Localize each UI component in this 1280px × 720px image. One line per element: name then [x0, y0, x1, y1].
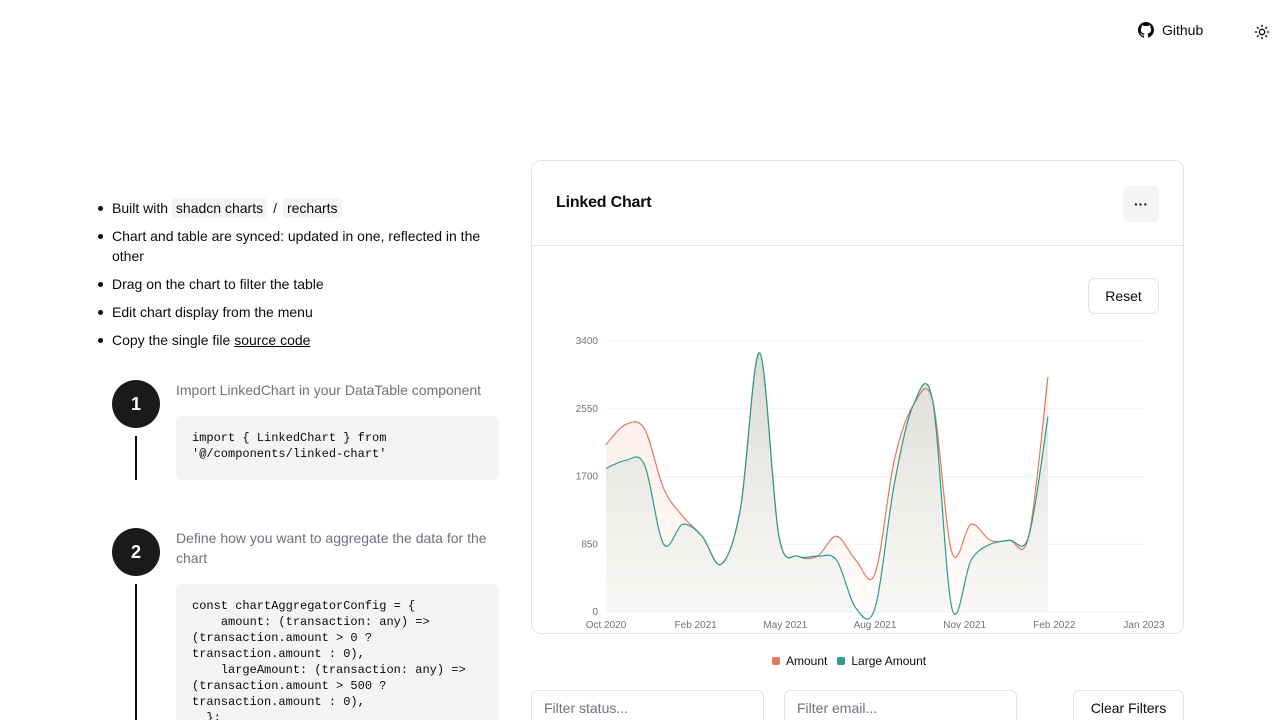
linked-chart-card: Linked Chart ··· Reset 0 850 1700 2550 3400 O…	[531, 160, 1184, 634]
x-tick-label: Aug 2021	[854, 620, 897, 631]
feature-drag: Drag on the chart to filter the table	[98, 274, 502, 294]
y-tick-label: 850	[581, 539, 598, 550]
feature-edit: Edit chart display from the menu	[98, 302, 502, 322]
filter-email-input[interactable]	[784, 690, 1017, 720]
legend-swatch-large-amount	[837, 657, 846, 665]
theme-toggle-button[interactable]	[1252, 22, 1272, 42]
x-tick-label: Jan 2023	[1123, 620, 1165, 631]
separator: /	[273, 200, 277, 216]
github-link[interactable]: Github	[1138, 22, 1203, 38]
y-tick-label: 1700	[576, 472, 599, 483]
step-1-title: Import LinkedChart in your DataTable com…	[176, 382, 482, 398]
step-1-number: 1	[112, 380, 160, 428]
legend-item-amount: Amount	[772, 654, 827, 668]
x-tick-label: Feb 2021	[675, 620, 718, 631]
y-tick-label: 2550	[576, 404, 599, 415]
source-code-link[interactable]: source code	[234, 332, 310, 348]
x-tick-label: Nov 2021	[943, 620, 986, 631]
legend-item-large-amount: Large Amount	[837, 654, 926, 668]
feature-text: Copy the single file	[112, 332, 231, 348]
feature-text: Built with	[112, 200, 169, 216]
step-1-code: import { LinkedChart } from '@/component…	[176, 416, 499, 480]
legend-swatch-amount	[772, 657, 780, 665]
y-tick-label: 0	[592, 607, 598, 618]
x-tick-label: May 2021	[763, 620, 807, 631]
legend-label-amount: Amount	[786, 654, 828, 668]
top-bar: Github	[0, 0, 1280, 64]
lib-chip-shadcn: shadcn charts	[171, 198, 268, 218]
github-icon	[1138, 22, 1154, 38]
step-1-connector	[135, 436, 137, 480]
x-tick-label: Oct 2020	[586, 620, 627, 631]
sun-icon	[1254, 24, 1270, 40]
lib-chip-recharts: recharts	[282, 198, 342, 218]
github-label: Github	[1162, 22, 1204, 38]
feature-synced: Chart and table are synced: updated in o…	[98, 226, 502, 266]
step-2-code: const chartAggregatorConfig = { amount: …	[176, 584, 499, 720]
step-2-number: 2	[112, 528, 160, 576]
legend-label-large-amount: Large Amount	[851, 654, 927, 668]
y-tick-label: 3400	[576, 336, 599, 347]
feature-copy: Copy the single file source code	[98, 330, 502, 350]
feature-built-with: Built with shadcn charts / recharts	[98, 198, 502, 218]
step-2-connector	[135, 584, 137, 720]
chart-legend: Amount Large Amount	[772, 654, 926, 668]
feature-list: Built with shadcn charts / recharts Chart …	[98, 198, 502, 358]
series-area-large-amount	[606, 352, 1048, 620]
step-2-title: Define how you want to aggregate the dat…	[176, 530, 487, 566]
x-tick-label: Feb 2022	[1033, 620, 1076, 631]
clear-filters-button[interactable]: Clear Filters	[1073, 690, 1184, 720]
filter-status-input[interactable]	[531, 690, 764, 720]
area-chart[interactable]: 0 850 1700 2550 3400 Oct 2020 Feb 2021 May 2021…	[532, 161, 1183, 634]
